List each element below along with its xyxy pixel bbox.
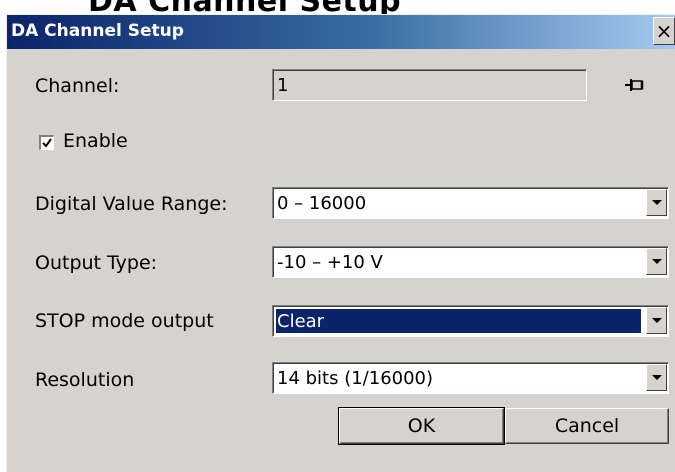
selection-highlight [275, 308, 642, 334]
cancel-button[interactable]: Cancel [505, 408, 669, 444]
background-heading-text: DA Channel Setup [88, 0, 401, 14]
enable-checkbox[interactable] [39, 135, 54, 150]
channel-value: 1 [277, 75, 289, 96]
close-button[interactable]: × [653, 17, 675, 45]
stop-mode-output-dropdown-button[interactable] [646, 307, 667, 334]
pin-icon [625, 79, 644, 91]
channel-label: Channel: [35, 75, 120, 97]
pin-button[interactable] [619, 72, 651, 98]
dialog-title: DA Channel Setup [11, 21, 184, 41]
chevron-down-icon [652, 200, 662, 205]
ok-button[interactable]: OK [338, 407, 505, 445]
stop-mode-output-value: Clear [277, 311, 325, 332]
resolution-select[interactable]: 14 bits (1/16000) [272, 362, 669, 394]
digital-value-range-select[interactable]: 0 – 16000 [272, 187, 669, 219]
enable-label[interactable]: Enable [63, 130, 128, 152]
output-type-label: Output Type: [35, 252, 158, 274]
title-bar[interactable]: DA Channel Setup × [7, 15, 675, 49]
chevron-down-icon [652, 375, 662, 380]
close-icon: × [655, 19, 673, 43]
output-type-dropdown-button[interactable] [646, 248, 667, 275]
chevron-down-icon [652, 259, 662, 264]
stop-mode-output-select[interactable]: Clear [272, 305, 669, 337]
digital-value-range-dropdown-button[interactable] [646, 189, 667, 216]
background-window-heading: DA Channel Setup [0, 0, 675, 14]
digital-value-range-value: 0 – 16000 [277, 193, 367, 214]
chevron-down-icon [652, 318, 662, 323]
channel-field: 1 [272, 69, 587, 101]
resolution-value: 14 bits (1/16000) [277, 368, 434, 389]
da-channel-setup-dialog: DA Channel Setup × Channel: 1 Enable Dig… [6, 14, 675, 472]
stop-mode-output-label: STOP mode output [35, 310, 214, 332]
output-type-value: -10 – +10 V [277, 252, 383, 273]
digital-value-range-label: Digital Value Range: [35, 193, 228, 215]
resolution-dropdown-button[interactable] [646, 364, 667, 391]
checkmark-icon [42, 138, 52, 148]
output-type-select[interactable]: -10 – +10 V [272, 246, 669, 278]
resolution-label: Resolution [35, 369, 135, 391]
